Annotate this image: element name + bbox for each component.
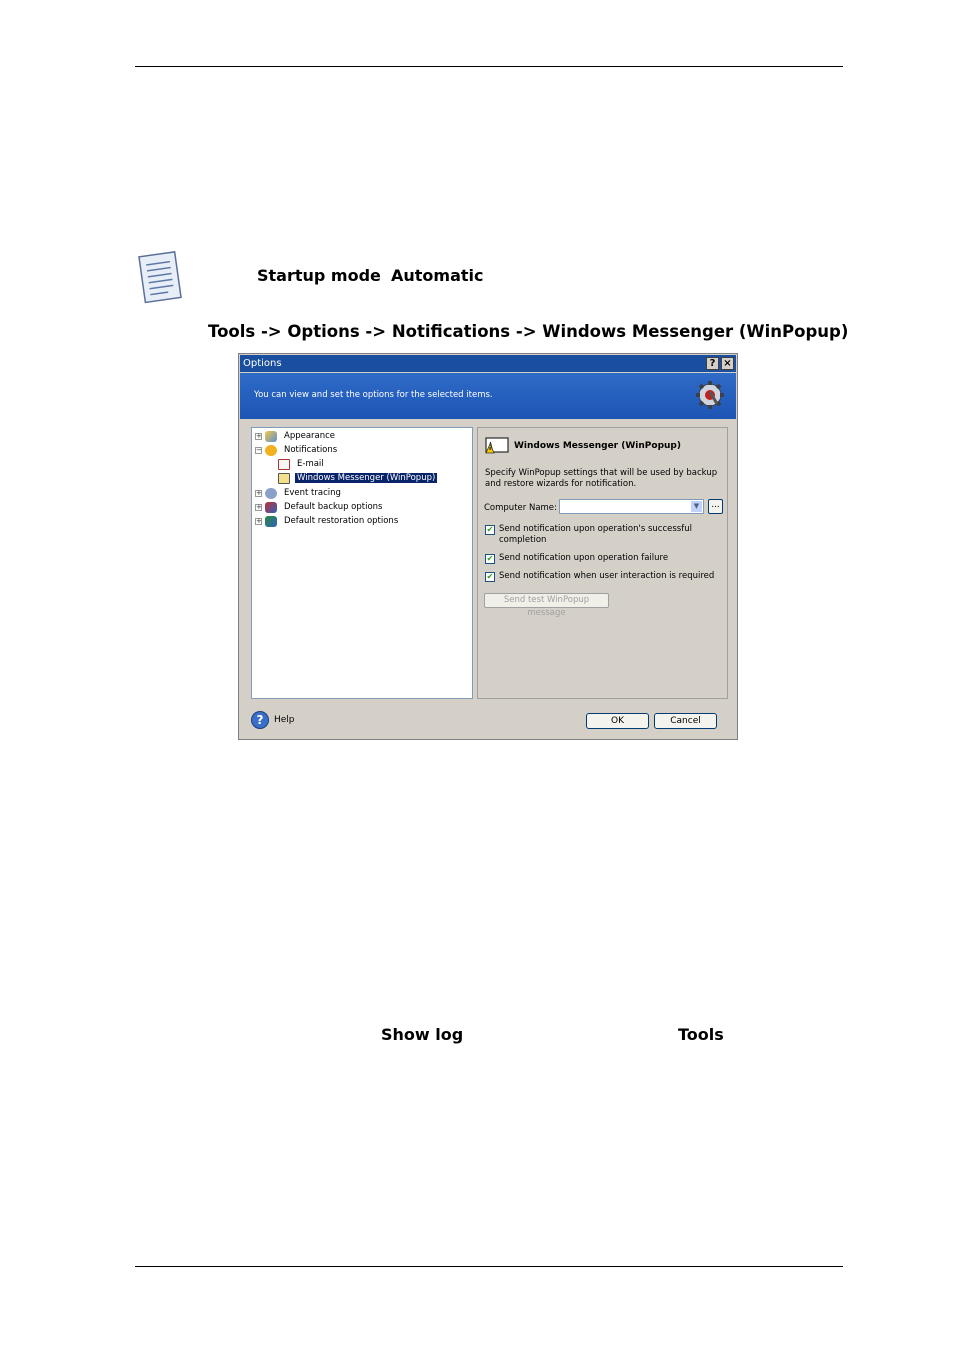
event-tracing-icon xyxy=(265,488,277,499)
top-rule xyxy=(135,66,843,67)
dialog-banner: You can view and set the options for the… xyxy=(240,373,736,419)
dialog-titlebar: Options ? × xyxy=(240,355,736,372)
help-title-button[interactable]: ? xyxy=(706,357,719,370)
expand-event-tracing[interactable]: + xyxy=(255,490,262,497)
gear-icon xyxy=(696,381,724,409)
panel-description: Specify WinPopup settings that will be u… xyxy=(485,468,718,489)
tools-label: Tools xyxy=(678,1025,724,1044)
winpopup-icon xyxy=(278,473,290,484)
chevron-down-icon[interactable]: ▼ xyxy=(691,501,702,512)
checkbox-failure[interactable]: ✔ xyxy=(485,554,495,564)
checkbox-success-label: Send notification upon operation's succe… xyxy=(499,524,692,545)
expand-appearance[interactable]: + xyxy=(255,433,262,440)
default-backup-icon xyxy=(265,502,277,513)
tree-item-notifications[interactable]: Notifications xyxy=(284,445,337,455)
cancel-button[interactable]: Cancel xyxy=(654,713,717,729)
checkbox-interaction-label: Send notification when user interaction … xyxy=(499,571,715,581)
collapse-notifications[interactable]: − xyxy=(255,447,262,454)
banner-description: You can view and set the options for the… xyxy=(254,390,493,400)
email-icon xyxy=(278,459,290,470)
computer-name-label: Computer Name: xyxy=(484,503,557,513)
tree-item-default-backup[interactable]: Default backup options xyxy=(284,502,383,512)
tree-item-appearance[interactable]: Appearance xyxy=(284,431,335,441)
close-button[interactable]: × xyxy=(721,357,734,370)
automatic-label: Automatic xyxy=(391,266,484,285)
computer-name-combo[interactable]: ▼ xyxy=(559,499,704,514)
expand-default-restoration[interactable]: + xyxy=(255,518,262,525)
menu-path-heading: Tools -> Options -> Notifications -> Win… xyxy=(208,322,849,341)
startup-mode-label: Startup mode xyxy=(257,266,381,285)
help-link[interactable]: Help xyxy=(274,715,295,725)
show-log-label: Show log xyxy=(381,1025,464,1044)
bottom-rule xyxy=(135,1266,843,1267)
notifications-icon xyxy=(265,445,277,456)
checkbox-failure-label: Send notification upon operation failure xyxy=(499,553,669,563)
tree-item-event-tracing[interactable]: Event tracing xyxy=(284,488,341,498)
tree-item-default-restoration[interactable]: Default restoration options xyxy=(284,516,398,526)
options-dialog: Options ? × You can view and set the opt… xyxy=(238,353,738,740)
settings-panel: Windows Messenger (WinPopup) Specify Win… xyxy=(477,427,728,699)
browse-button[interactable]: ... xyxy=(708,499,723,514)
ok-button[interactable]: OK xyxy=(586,713,649,729)
tree-item-windows-messenger[interactable]: Windows Messenger (WinPopup) xyxy=(295,473,438,483)
tree-item-email[interactable]: E-mail xyxy=(297,459,324,469)
options-tree[interactable]: + Appearance − Notifications E-mail Wind… xyxy=(251,427,473,699)
appearance-icon xyxy=(265,431,277,442)
help-icon[interactable]: ? xyxy=(251,711,269,729)
dialog-title: Options xyxy=(243,358,282,369)
default-restoration-icon xyxy=(265,516,277,527)
checkbox-interaction[interactable]: ✔ xyxy=(485,572,495,582)
checkbox-success[interactable]: ✔ xyxy=(485,525,495,535)
send-test-button[interactable]: Send test WinPopup message xyxy=(484,593,609,618)
panel-heading: Windows Messenger (WinPopup) xyxy=(514,441,681,451)
warning-monitor-icon xyxy=(485,437,509,454)
notepad-icon xyxy=(138,251,182,304)
expand-default-backup[interactable]: + xyxy=(255,504,262,511)
